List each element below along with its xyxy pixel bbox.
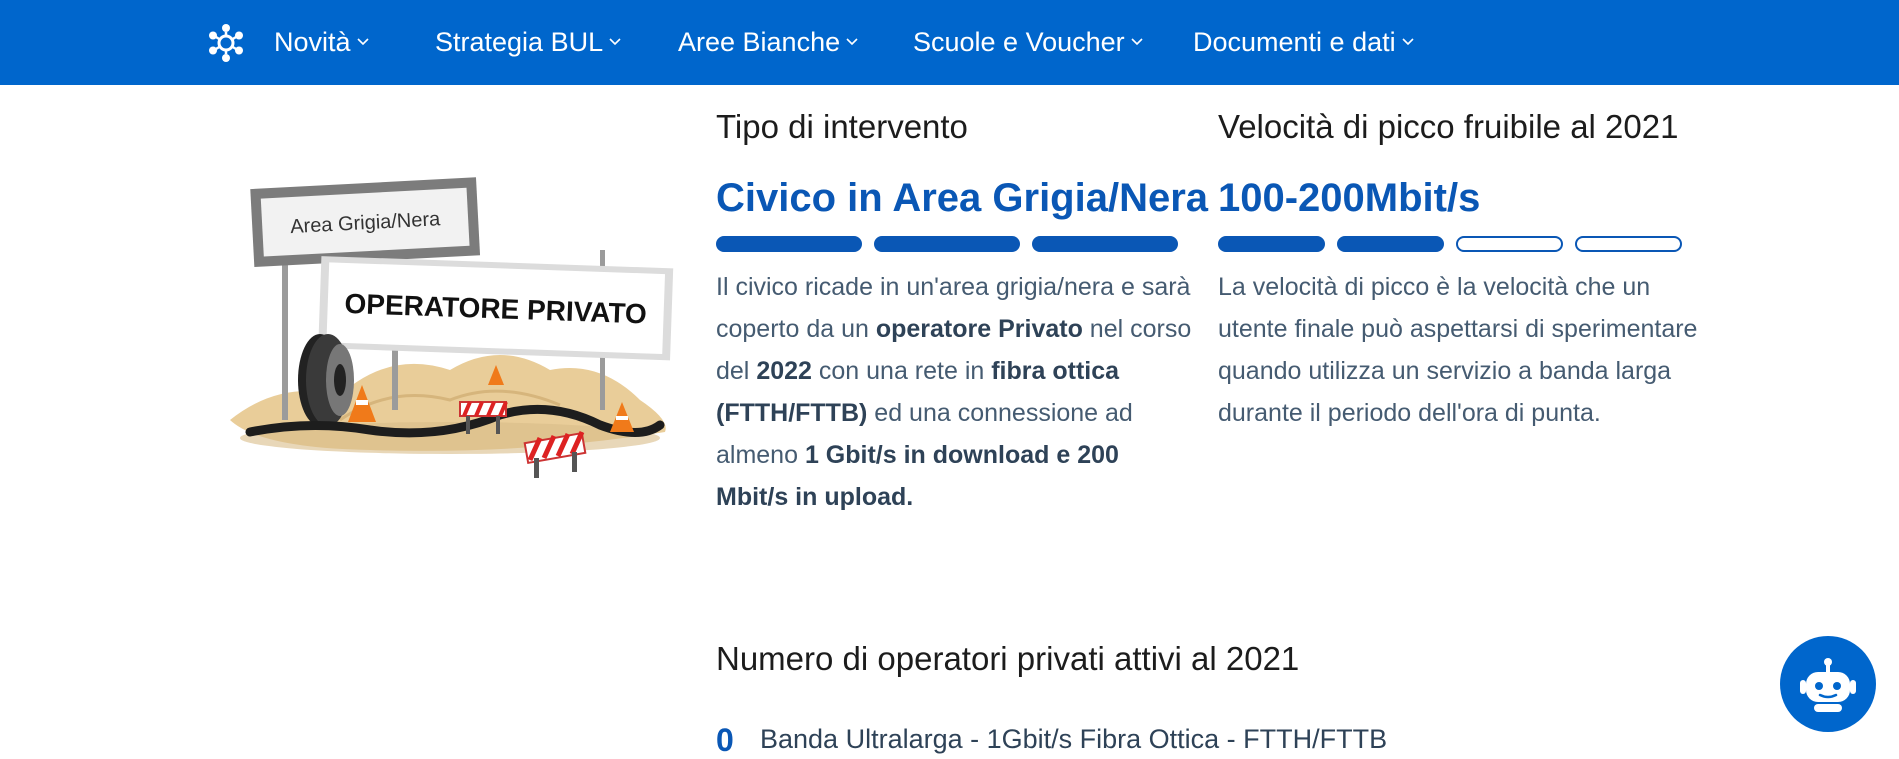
nav-item-label: Aree Bianche	[678, 26, 841, 57]
nav-item-label: Scuole e Voucher	[913, 26, 1125, 57]
operatori-count: 0	[716, 722, 734, 758]
nav-item-scuole-voucher[interactable]: Scuole e Voucher	[913, 24, 1143, 60]
operatore-privato-illustration: Area Grigia/Nera OPERATORE PRIVATO	[230, 177, 674, 478]
chevron-down-icon	[846, 38, 858, 46]
tipo-intervento-heading: Tipo di intervento	[716, 108, 968, 145]
nav-item-novita[interactable]: Novità	[274, 24, 369, 60]
velocita-picco-heading: Velocità di picco fruibile al 2021	[1218, 108, 1679, 145]
top-navbar: Novità Strategia BUL Aree Bianche Scuole…	[0, 0, 1899, 85]
velocita-level-bar-empty	[1575, 236, 1682, 252]
nav-item-label: Novità	[274, 26, 351, 57]
nav-item-strategia-bul[interactable]: Strategia BUL	[435, 24, 621, 60]
nav-item-aree-bianche[interactable]: Aree Bianche	[678, 24, 858, 60]
tipo-intervento-description: Il civico ricade in un'area grigia/nera …	[716, 266, 1196, 518]
chevron-down-icon	[356, 38, 369, 46]
operatori-heading: Numero di operatori privati attivi al 20…	[716, 640, 1300, 677]
chevron-down-icon	[609, 38, 621, 46]
tipo-intervento-value: Civico in Area Grigia/Nera	[716, 176, 1209, 220]
tipo-level-bar-filled	[716, 236, 862, 252]
chevron-down-icon	[1402, 38, 1414, 46]
desc-bold: operatore Privato	[875, 315, 1083, 343]
velocita-level-bar-filled	[1218, 236, 1325, 252]
chatbot-button[interactable]	[1780, 636, 1876, 732]
nav-item-label: Strategia BUL	[435, 26, 604, 57]
velocita-description: La velocità di picco è la velocità che u…	[1218, 273, 1698, 427]
desc-bold: 2022	[756, 357, 812, 385]
chevron-down-icon	[1131, 38, 1143, 46]
desc-text: con una rete in	[811, 357, 992, 385]
robot-icon	[1800, 658, 1856, 712]
network-logo-icon[interactable]	[206, 23, 246, 63]
tipo-level-bar-filled	[874, 236, 1020, 252]
velocita-level-bar-filled	[1337, 236, 1444, 252]
velocita-level-bar-empty	[1456, 236, 1563, 252]
nav-item-documenti-dati[interactable]: Documenti e dati	[1193, 24, 1414, 60]
tipo-level-bar-filled	[1032, 236, 1178, 252]
nav-item-label: Documenti e dati	[1193, 26, 1396, 57]
velocita-picco-value: 100-200Mbit/s	[1218, 176, 1481, 220]
operatori-label: Banda Ultralarga - 1Gbit/s Fibra Ottica …	[760, 724, 1388, 754]
